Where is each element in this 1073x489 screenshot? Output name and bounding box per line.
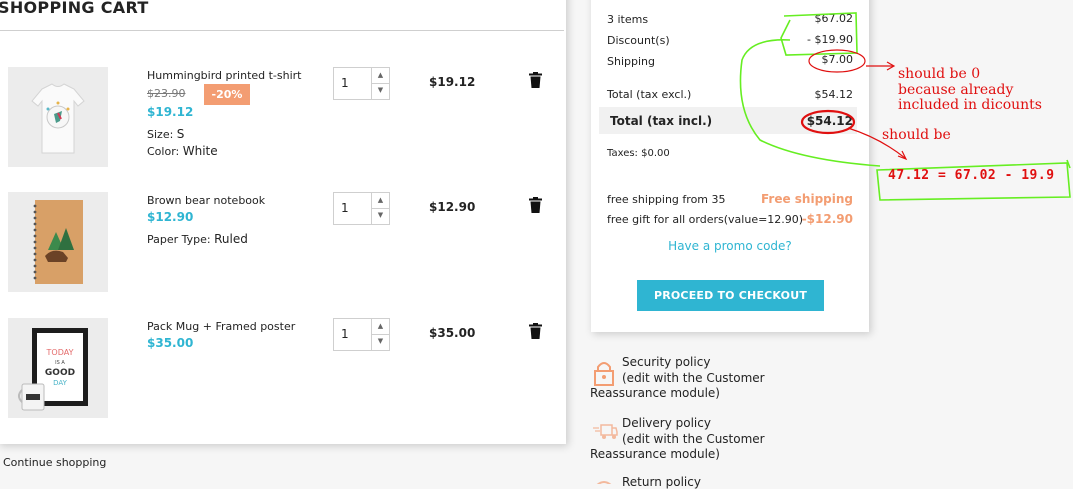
annotation-formula: 47.12 = 67.02 - 19.9 [888,168,1055,183]
annotation-note: should be [882,127,951,143]
annotation-note: included in dicounts [898,97,1042,113]
green-connector [739,39,881,167]
annotation-note: because already [898,82,1014,98]
annotation-note: should be 0 [898,66,981,82]
red-circle-total [800,109,856,135]
green-outline [780,12,858,56]
